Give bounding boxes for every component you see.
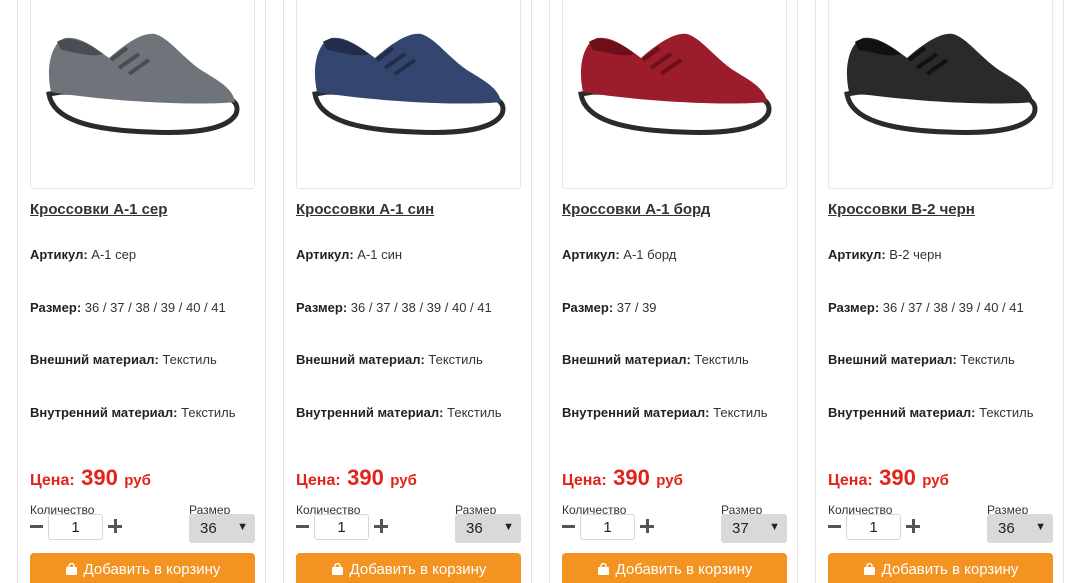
product-image[interactable] — [828, 0, 1053, 189]
price: Цена: 390 руб — [828, 465, 949, 490]
size-select-value: 37 — [732, 520, 749, 537]
shopping-bag-icon — [597, 563, 609, 575]
triangle-down-icon: ▼ — [503, 521, 514, 533]
sneaker-image — [46, 33, 240, 135]
outer-material-row: Внешний материал: Текстиль — [828, 352, 1015, 367]
add-to-cart-label: Добавить в корзину — [83, 561, 221, 578]
outer-material-row: Внешний материал: Текстиль — [296, 352, 483, 367]
size-select[interactable]: 36 ▼ — [987, 514, 1053, 543]
product-card: Кроссовки В-2 черн Артикул: В-2 черн Раз… — [815, 0, 1064, 583]
triangle-down-icon: ▼ — [1035, 521, 1046, 533]
sneaker-image — [578, 33, 772, 135]
article-row: Артикул: А-1 сер — [30, 247, 137, 262]
price: Цена: 390 руб — [562, 465, 683, 490]
triangle-down-icon: ▼ — [769, 521, 780, 533]
add-to-cart-button[interactable]: Добавить в корзину — [296, 553, 521, 583]
product-title[interactable]: Кроссовки А-1 син — [296, 201, 434, 218]
size-row: Размер: 37 / 39 — [562, 300, 657, 315]
article-row: Артикул: А-1 борд — [562, 247, 677, 262]
sneaker-image — [312, 33, 506, 135]
quantity-decrement-button[interactable] — [296, 525, 309, 528]
size-select[interactable]: 36 ▼ — [455, 514, 521, 543]
add-to-cart-button[interactable]: Добавить в корзину — [828, 553, 1053, 583]
quantity-decrement-button[interactable] — [30, 525, 43, 528]
quantity-increment-button[interactable] — [640, 519, 654, 533]
quantity-increment-button[interactable] — [374, 519, 388, 533]
product-image[interactable] — [562, 0, 787, 189]
size-select-value: 36 — [998, 520, 1015, 537]
quantity-input[interactable] — [314, 514, 369, 540]
size-row: Размер: 36 / 37 / 38 / 39 / 40 / 41 — [30, 300, 226, 315]
add-to-cart-button[interactable]: Добавить в корзину — [30, 553, 255, 583]
quantity-input[interactable] — [48, 514, 103, 540]
quantity-input[interactable] — [580, 514, 635, 540]
product-title[interactable]: Кроссовки А-1 сер — [30, 201, 167, 218]
outer-material-row: Внешний материал: Текстиль — [562, 352, 749, 367]
quantity-input[interactable] — [846, 514, 901, 540]
size-select[interactable]: 37 ▼ — [721, 514, 787, 543]
price: Цена: 390 руб — [296, 465, 417, 490]
product-image[interactable] — [30, 0, 255, 189]
article-row: Артикул: В-2 черн — [828, 247, 942, 262]
inner-material-row: Внутренний материал: Текстиль — [296, 405, 502, 420]
add-to-cart-label: Добавить в корзину — [615, 561, 753, 578]
product-title[interactable]: Кроссовки В-2 черн — [828, 201, 975, 218]
product-image[interactable] — [296, 0, 521, 189]
triangle-down-icon: ▼ — [237, 521, 248, 533]
outer-material-row: Внешний материал: Текстиль — [30, 352, 217, 367]
add-to-cart-button[interactable]: Добавить в корзину — [562, 553, 787, 583]
add-to-cart-label: Добавить в корзину — [881, 561, 1019, 578]
size-select[interactable]: 36 ▼ — [189, 514, 255, 543]
size-select-value: 36 — [466, 520, 483, 537]
quantity-increment-button[interactable] — [108, 519, 122, 533]
quantity-increment-button[interactable] — [906, 519, 920, 533]
size-row: Размер: 36 / 37 / 38 / 39 / 40 / 41 — [296, 300, 492, 315]
sneaker-image — [844, 33, 1038, 135]
product-card: Кроссовки А-1 син Артикул: А-1 син Разме… — [283, 0, 532, 583]
quantity-decrement-button[interactable] — [562, 525, 575, 528]
inner-material-row: Внутренний материал: Текстиль — [30, 405, 236, 420]
inner-material-row: Внутренний материал: Текстиль — [562, 405, 768, 420]
product-card: Кроссовки А-1 борд Артикул: А-1 борд Раз… — [549, 0, 798, 583]
product-card: Кроссовки А-1 сер Артикул: А-1 сер Разме… — [17, 0, 266, 583]
size-row: Размер: 36 / 37 / 38 / 39 / 40 / 41 — [828, 300, 1024, 315]
price: Цена: 390 руб — [30, 465, 151, 490]
inner-material-row: Внутренний материал: Текстиль — [828, 405, 1034, 420]
article-row: Артикул: А-1 син — [296, 247, 403, 262]
shopping-bag-icon — [863, 563, 875, 575]
size-select-value: 36 — [200, 520, 217, 537]
add-to-cart-label: Добавить в корзину — [349, 561, 487, 578]
shopping-bag-icon — [65, 563, 77, 575]
quantity-decrement-button[interactable] — [828, 525, 841, 528]
shopping-bag-icon — [331, 563, 343, 575]
product-title[interactable]: Кроссовки А-1 борд — [562, 201, 710, 218]
